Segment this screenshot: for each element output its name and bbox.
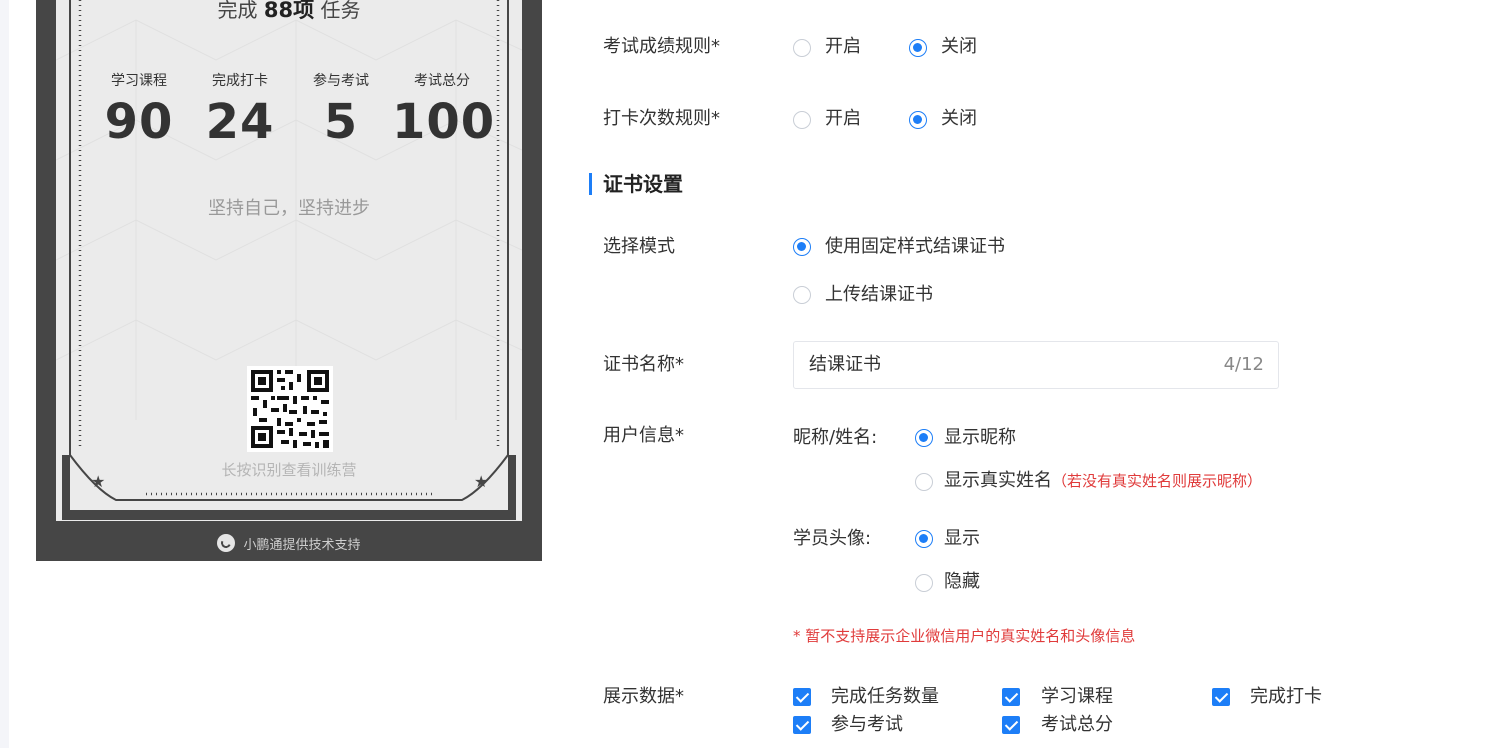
avatar-show-label[interactable]: 显示 <box>944 526 980 552</box>
cert-name-value[interactable]: 结课证书 <box>809 353 881 377</box>
exam-rule-label: 考试成绩规则* <box>603 36 720 57</box>
name-sub-label: 昵称/姓名: <box>793 427 878 448</box>
stat-value: 100 <box>392 94 496 150</box>
checkbox-checkins-label[interactable]: 完成打卡 <box>1250 684 1322 710</box>
qr-code-icon <box>251 370 329 448</box>
stat-value: 24 <box>205 94 275 150</box>
mode-fixed-radio[interactable] <box>793 238 811 256</box>
stat-label: 完成打卡 <box>212 73 268 89</box>
section-title-certificate: 证书设置 <box>603 172 683 196</box>
avatar-hide-radio[interactable] <box>915 574 933 592</box>
qr-hint: 长按识别查看训练营 <box>221 461 357 479</box>
show-realname-option[interactable]: 显示真实姓名（若没有真实姓名则展示昵称） <box>944 468 1262 494</box>
certificate-paper: ★ ★ 完成 88项 任务 学习课程 90 完成打卡 24 参与考试 5 考试总… <box>56 0 522 521</box>
avatar-hide-label[interactable]: 隐藏 <box>944 569 980 595</box>
mode-upload-radio[interactable] <box>793 286 811 304</box>
show-realname-radio[interactable] <box>915 473 933 491</box>
task-count: 88项 <box>263 0 315 22</box>
section-accent-bar <box>589 173 592 195</box>
mode-fixed-label[interactable]: 使用固定样式结课证书 <box>825 234 1005 260</box>
mode-upload-label[interactable]: 上传结课证书 <box>825 282 933 308</box>
checkbox-exams-label[interactable]: 参与考试 <box>831 712 903 738</box>
show-nickname-label[interactable]: 显示昵称 <box>944 425 1016 451</box>
stat-value: 90 <box>104 94 174 150</box>
certificate-preview: ★ ★ 完成 88项 任务 学习课程 90 完成打卡 24 参与考试 5 考试总… <box>36 0 542 561</box>
checkbox-courses[interactable] <box>1002 688 1020 706</box>
exam-rule-on-radio[interactable] <box>793 39 811 57</box>
footer-text: 小鹏通提供技术支持 <box>243 537 361 553</box>
wecom-warning-text: * 暂不支持展示企业微信用户的真实姓名和头像信息 <box>793 627 1136 645</box>
stat-courses: 学习课程 90 <box>89 70 189 152</box>
task-suffix: 任务 <box>320 0 361 22</box>
cert-name-char-count: 4/12 <box>1223 354 1264 375</box>
stat-exam-score: 考试总分 100 <box>392 70 496 152</box>
certificate-motto: 坚持自己，坚持进步 <box>208 198 370 219</box>
stat-label: 考试总分 <box>414 73 470 89</box>
display-data-label: 展示数据* <box>603 686 684 707</box>
checkin-rule-on-label[interactable]: 开启 <box>825 106 861 132</box>
realname-hint: （若没有真实姓名则展示昵称） <box>1052 472 1263 490</box>
exam-rule-on-label[interactable]: 开启 <box>825 34 861 60</box>
stat-checkins: 完成打卡 24 <box>190 70 290 152</box>
avatar-sub-label: 学员头像: <box>793 528 872 549</box>
cert-name-label: 证书名称* <box>603 354 684 375</box>
exam-rule-off-radio[interactable] <box>909 39 927 57</box>
checkbox-exam-score-label[interactable]: 考试总分 <box>1041 712 1113 738</box>
checkbox-checkins[interactable] <box>1212 688 1230 706</box>
mode-label: 选择模式 <box>603 236 675 257</box>
checkin-rule-off-radio[interactable] <box>909 111 927 129</box>
certificate-footer: 小鹏通提供技术支持 <box>36 530 542 556</box>
stat-value: 5 <box>323 94 359 150</box>
cert-name-input[interactable]: 结课证书 4/12 <box>793 341 1279 389</box>
avatar-show-radio[interactable] <box>915 530 933 548</box>
checkin-rule-on-radio[interactable] <box>793 111 811 129</box>
checkbox-exam-score[interactable] <box>1002 716 1020 734</box>
certificate-task-summary: 完成 88项 任务 <box>56 0 522 24</box>
checkbox-exams[interactable] <box>793 716 811 734</box>
left-sidebar-edge <box>0 0 9 748</box>
user-info-label: 用户信息* <box>603 425 684 446</box>
qr-code <box>247 366 333 452</box>
checkin-rule-off-label[interactable]: 关闭 <box>941 106 977 132</box>
stat-label: 学习课程 <box>111 73 167 89</box>
checkbox-courses-label[interactable]: 学习课程 <box>1041 684 1113 710</box>
checkbox-task-count-label[interactable]: 完成任务数量 <box>831 684 939 710</box>
exam-rule-off-label[interactable]: 关闭 <box>941 34 977 60</box>
checkin-rule-label: 打卡次数规则* <box>603 108 720 129</box>
task-prefix: 完成 <box>217 0 258 22</box>
brand-logo-icon <box>217 534 236 552</box>
stat-label: 参与考试 <box>313 73 369 89</box>
checkbox-task-count[interactable] <box>793 688 811 706</box>
stat-exams: 参与考试 5 <box>291 70 391 152</box>
show-realname-label[interactable]: 显示真实姓名 <box>944 470 1052 491</box>
show-nickname-radio[interactable] <box>915 429 933 447</box>
